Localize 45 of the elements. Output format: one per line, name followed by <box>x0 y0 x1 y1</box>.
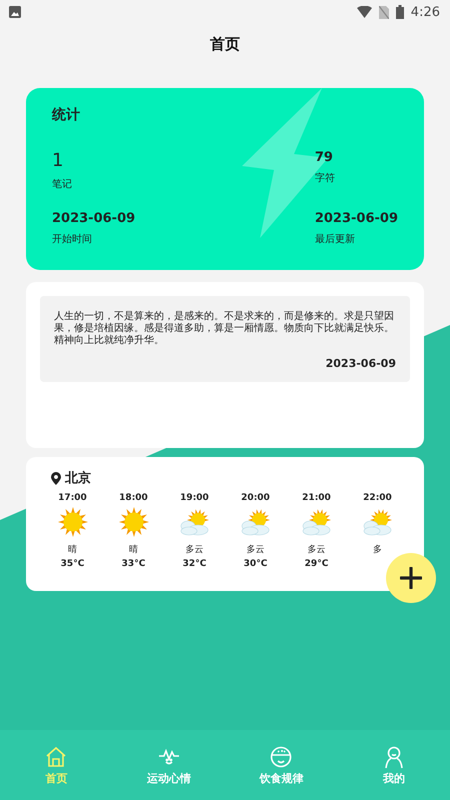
stat-label: 笔记 <box>52 178 73 191</box>
note-date: 2023-06-09 <box>326 357 396 370</box>
page-title: 首页 <box>210 34 240 54</box>
location-pin-icon <box>51 472 61 484</box>
stat-label: 最后更新 <box>314 232 356 246</box>
temperature: 33°C <box>122 559 146 569</box>
stat-label: 开始时间 <box>52 232 93 246</box>
city-name: 北京 <box>65 470 91 487</box>
stat-value: 2023-06-09 <box>314 211 398 226</box>
no-sim-icon <box>378 6 389 18</box>
temperature: 32°C <box>182 559 206 569</box>
house-icon <box>44 744 68 768</box>
weather-condition: 多云 <box>308 544 326 556</box>
stat-value: 79 <box>314 150 334 165</box>
hour-time: 20:00 <box>241 493 270 503</box>
bowl-face-icon <box>269 744 294 768</box>
hour-time: 18:00 <box>119 493 148 503</box>
temperature: 29°C <box>304 559 328 569</box>
nav-tab[interactable]: 运动心情 <box>112 744 225 786</box>
image-icon <box>9 6 21 18</box>
sun-icon <box>56 506 88 538</box>
weather-condition: 多云 <box>246 544 264 556</box>
nav-tab[interactable]: 饮食规律 <box>225 744 338 786</box>
hour-time: 17:00 <box>58 493 87 503</box>
hour-time: 22:00 <box>363 493 392 503</box>
stat-value: 1 <box>52 150 64 171</box>
plus-icon <box>400 567 422 589</box>
nav-tab[interactable]: 我的 <box>338 744 450 786</box>
weather-condition: 晴 <box>68 544 77 556</box>
wifi-icon <box>356 6 372 18</box>
weather-condition: 晴 <box>129 544 138 556</box>
note-text: 人生的一切，不是算来的，是感来的。不是求来的，而是修来的。求是只望因果，修是培植因缘。感是得道多助，算是一厢情愿。物质向下比就满足快乐。精神向上比就纯净升华。 <box>54 311 395 347</box>
stat-label: 字符 <box>314 172 336 185</box>
stat-value: 2023-06-09 <box>52 211 136 226</box>
hour-time: 19:00 <box>180 493 209 503</box>
temperature: 35°C <box>60 559 84 569</box>
battery-icon <box>396 5 404 19</box>
hour-time: 21:00 <box>302 493 331 503</box>
nav-tab[interactable]: 首页 <box>0 744 112 786</box>
weather-condition: 多云 <box>186 544 204 556</box>
temperature: 30°C <box>244 559 268 569</box>
weather-condition: 多 <box>373 544 382 556</box>
sun-icon <box>118 506 150 538</box>
stats-title: 统计 <box>52 106 81 124</box>
status-time: 4:26 <box>410 4 440 20</box>
